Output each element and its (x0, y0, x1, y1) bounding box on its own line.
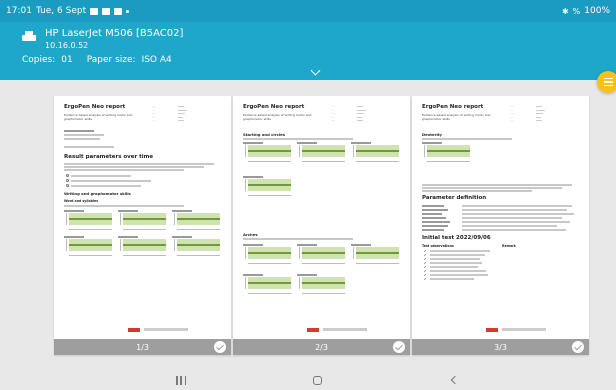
copies-option: Copies: 01 (22, 55, 73, 65)
mini-chart (243, 176, 291, 198)
mini-chart (297, 274, 345, 296)
mini-chart (118, 210, 166, 232)
company-logo (486, 328, 498, 332)
report-subtitle: Evidence based analysis of writing motor… (243, 113, 312, 121)
menu-icon (603, 77, 613, 80)
home-icon[interactable] (313, 376, 322, 385)
check-circle-icon[interactable] (214, 341, 226, 353)
page-footer: 3/3 (412, 339, 589, 355)
page-previews: ErgoPen Neo report Evidence based analys… (54, 96, 594, 356)
page-document: ErgoPen Neo report Evidence based analys… (64, 104, 221, 332)
paper-size-value: ISO A4 (141, 55, 172, 65)
report-meta: ····· ······ ···· ········· ······ ······· … (331, 105, 366, 123)
app-icon (114, 7, 123, 15)
paper-size-label: Paper size: (86, 55, 136, 65)
notification-icon (90, 7, 99, 15)
page-preview-2[interactable]: ErgoPen Neo report Evidence based analys… (233, 96, 410, 355)
page-footer: 1/3 (54, 339, 231, 355)
section-heading: Starting and circles (243, 132, 285, 137)
mini-chart (297, 244, 345, 266)
report-meta: ····· ······ ···· ········· ······ ······· … (510, 105, 545, 123)
check-circle-icon[interactable] (393, 341, 405, 353)
page-preview-3[interactable]: ErgoPen Neo report Evidence based analys… (412, 96, 589, 355)
back-icon[interactable] (450, 375, 460, 385)
mini-chart (422, 142, 470, 164)
print-options-summary[interactable]: Copies: 01 Paper size: ISO A4 (22, 55, 172, 65)
printer-selector[interactable]: HP LaserJet M506 [B5AC02] 10.16.0.52 (22, 28, 183, 51)
section-heading: Initial test 2022/09/06 (422, 235, 491, 241)
company-logo (128, 328, 140, 332)
navigation-bar (0, 372, 616, 390)
page-number: 1/3 (136, 342, 149, 352)
mini-chart (243, 142, 291, 164)
mini-chart (64, 210, 112, 232)
subsection-heading: Word and syllables (64, 199, 99, 203)
mini-chart (297, 142, 345, 164)
status-time: 17:01 (6, 6, 32, 16)
mini-chart (64, 236, 112, 258)
section-heading: Arches (243, 232, 258, 237)
copies-label: Copies: (22, 55, 56, 65)
more-notifications-icon (126, 9, 130, 13)
printer-ip: 10.16.0.52 (45, 41, 89, 50)
test-observations-heading: Test observations (422, 244, 454, 248)
report-subtitle: Evidence based analysis of writing motor… (64, 113, 133, 121)
status-date: Tue, 6 Sept (35, 6, 87, 16)
report-title: ErgoPen Neo report (64, 104, 126, 110)
page-footer: 2/3 (233, 339, 410, 355)
chevron-down-icon[interactable] (310, 65, 321, 76)
mini-chart (351, 244, 399, 266)
mini-chart (243, 274, 291, 296)
mini-chart (118, 236, 166, 258)
bluetooth-icon: ✱ (561, 6, 569, 16)
page-document: ErgoPen Neo report Evidence based analys… (422, 104, 579, 332)
gallery-icon (102, 7, 111, 15)
mini-chart (172, 236, 220, 258)
status-bar: 17:01 Tue, 6 Sept ✱ % 100% (0, 0, 616, 22)
print-button[interactable] (597, 71, 616, 93)
page-preview-1[interactable]: ErgoPen Neo report Evidence based analys… (54, 96, 231, 355)
print-settings-header: HP LaserJet M506 [B5AC02] 10.16.0.52 Cop… (0, 22, 616, 80)
mini-chart (172, 210, 220, 232)
page-document: ErgoPen Neo report Evidence based analys… (243, 104, 400, 332)
paper-size-option: Paper size: ISO A4 (87, 55, 172, 65)
company-logo (307, 328, 319, 332)
report-title: ErgoPen Neo report (243, 104, 305, 110)
section-heading: Dexterity (422, 132, 443, 137)
recent-apps-icon[interactable] (176, 376, 186, 385)
page-number: 2/3 (315, 342, 328, 352)
section-heading: Parameter definition (422, 195, 487, 201)
page-number: 3/3 (494, 342, 507, 352)
printer-icon (22, 31, 36, 43)
mini-chart (243, 244, 291, 266)
report-title: ErgoPen Neo report (422, 104, 484, 110)
report-meta: ····· ······ ···· ········· ······ ······· … (152, 105, 187, 123)
report-subtitle: Evidence based analysis of writing motor… (422, 113, 491, 121)
battery-level: 100% (584, 6, 610, 16)
mini-chart (351, 142, 399, 164)
copies-value: 01 (61, 55, 73, 65)
check-circle-icon[interactable] (572, 341, 584, 353)
printer-name: HP LaserJet M506 [B5AC02] (45, 28, 184, 39)
section-heading: Result parameters over time (64, 154, 154, 160)
section-heading: Writing and graphomotor skills (64, 191, 131, 196)
remark-heading: Remark (502, 244, 516, 248)
wifi-icon: % (572, 6, 581, 16)
